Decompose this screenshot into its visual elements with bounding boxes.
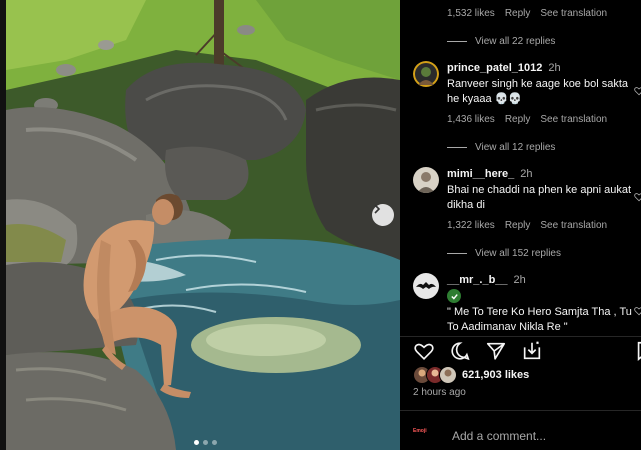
replies-line <box>447 41 467 42</box>
share-send-icon[interactable] <box>485 340 507 362</box>
avatar[interactable] <box>413 167 439 193</box>
view-replies-button[interactable]: View all 152 replies <box>447 248 561 259</box>
chevron-right-icon <box>374 204 381 214</box>
heart-icon[interactable] <box>634 306 641 316</box>
verified-badge-icon <box>447 289 461 303</box>
likes-summary[interactable]: 621,903 likes <box>413 366 529 384</box>
comment-likes[interactable]: 1,532 likes <box>447 8 495 19</box>
comment-text: Bhai ne chaddi na phen ke apni aukat dik… <box>447 184 632 211</box>
avatar[interactable] <box>413 61 439 87</box>
comments-panel: 1,532 likes Reply See translation View a… <box>400 0 641 450</box>
check-icon <box>450 293 458 300</box>
comment-text: Ranveer singh ke aage koe bol sakta he k… <box>447 78 629 105</box>
post-timestamp: 2 hours ago <box>413 387 466 398</box>
panel-divider <box>400 410 641 411</box>
reply-button[interactable]: Reply <box>505 114 531 125</box>
post-viewer: 1,532 likes Reply See translation View a… <box>0 0 641 450</box>
view-replies-button[interactable]: View all 12 replies <box>447 142 555 153</box>
post-actions <box>413 340 543 362</box>
comment-username[interactable]: mimi__here_ <box>447 168 514 180</box>
post-photo[interactable] <box>6 0 400 450</box>
reply-button[interactable]: Reply <box>505 220 531 231</box>
heart-icon[interactable] <box>634 192 641 202</box>
view-replies-label: View all 22 replies <box>475 36 556 47</box>
comment-username[interactable]: prince_patel_1012 <box>447 62 542 74</box>
comment-input[interactable] <box>450 426 634 446</box>
view-replies-label: View all 12 replies <box>475 142 556 153</box>
liker-avatar <box>439 366 457 384</box>
like-heart-icon[interactable] <box>413 340 435 362</box>
likes-count[interactable]: 621,903 likes <box>462 369 529 381</box>
panel-divider <box>400 336 641 337</box>
comments-list[interactable]: 1,532 likes Reply See translation View a… <box>400 0 641 335</box>
comment-meta: 1,436 likes Reply See translation <box>447 114 607 125</box>
avatar-image <box>413 273 439 299</box>
comment-header: prince_patel_1012 2h <box>447 62 561 74</box>
photo-illustration <box>6 0 400 450</box>
replies-line <box>447 147 467 148</box>
replies-line <box>447 253 467 254</box>
emoji-button[interactable]: Emoji <box>413 428 427 434</box>
comment-meta: 1,532 likes Reply See translation <box>447 8 607 19</box>
comment-header: mimi__here_ 2h <box>447 168 533 180</box>
comment-likes[interactable]: 1,322 likes <box>447 220 495 231</box>
bookmark-icon[interactable] <box>634 340 641 362</box>
see-translation-link[interactable]: See translation <box>540 114 607 125</box>
comment-time: 2h <box>520 168 533 180</box>
carousel-dots <box>194 440 217 445</box>
heart-icon[interactable] <box>634 86 641 96</box>
comment-header: __mr_._b__ 2h <box>447 274 526 286</box>
view-replies-label: View all 152 replies <box>475 248 561 259</box>
comment-time: 2h <box>548 62 561 74</box>
avatar-image <box>413 61 439 87</box>
avatar-image <box>413 167 439 193</box>
see-translation-link[interactable]: See translation <box>540 220 607 231</box>
carousel-dot[interactable] <box>203 440 208 445</box>
see-translation-link[interactable]: See translation <box>540 8 607 19</box>
comment-bubble-icon[interactable] <box>449 340 471 362</box>
carousel-dot[interactable] <box>212 440 217 445</box>
comment-text: " Me To Tere Ko Hero Samjta Tha , Tu To … <box>447 306 632 333</box>
download-save-icon[interactable] <box>521 340 543 362</box>
carousel-dot[interactable] <box>194 440 199 445</box>
comment-meta: 1,322 likes Reply See translation <box>447 220 607 231</box>
reply-button[interactable]: Reply <box>505 8 531 19</box>
comment-likes[interactable]: 1,436 likes <box>447 114 495 125</box>
comment-time: 2h <box>513 274 526 286</box>
add-comment-bar: Emoji <box>400 412 641 450</box>
view-replies-button[interactable]: View all 22 replies <box>447 36 555 47</box>
comment-username[interactable]: __mr_._b__ <box>447 274 508 286</box>
avatar[interactable] <box>413 273 439 299</box>
next-photo-button[interactable] <box>372 204 394 226</box>
